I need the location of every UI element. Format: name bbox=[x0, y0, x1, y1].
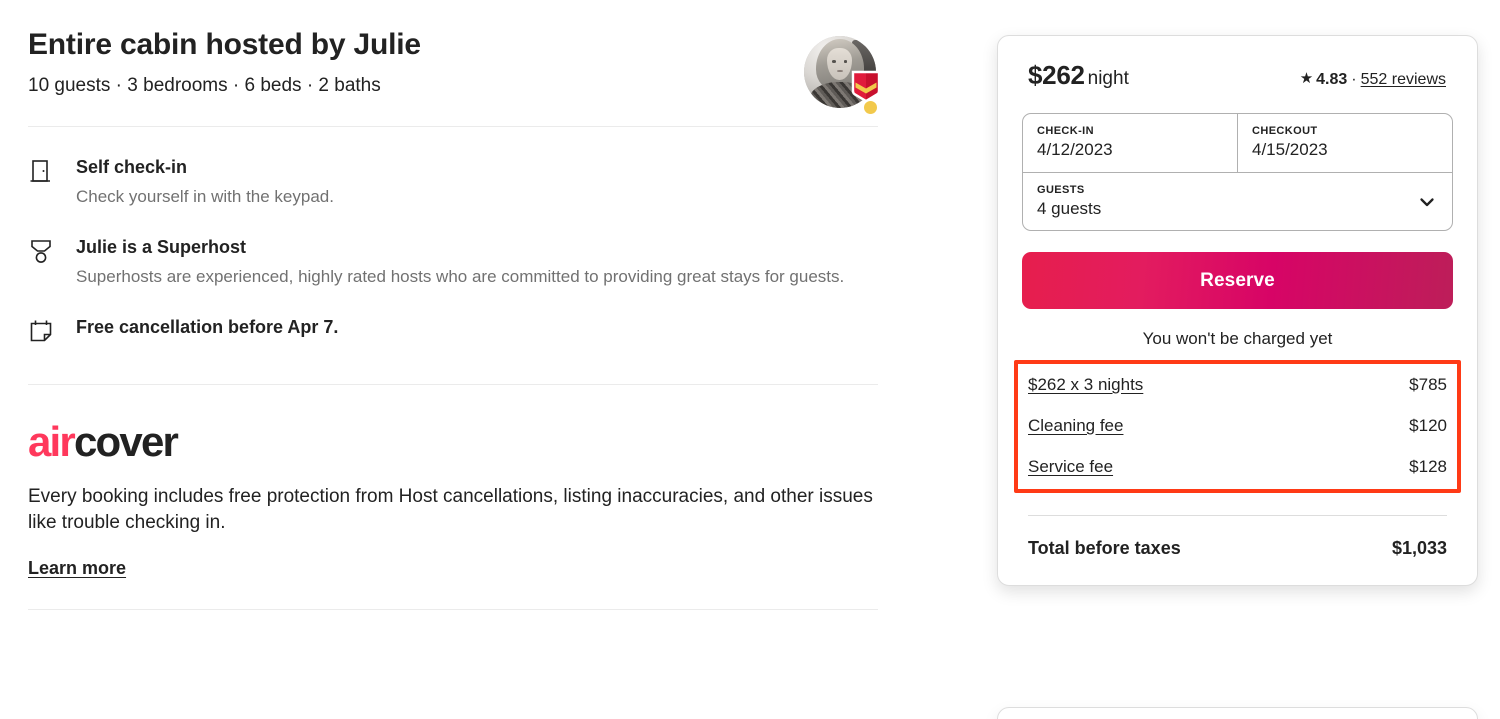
booking-fields: CHECK-IN 4/12/2023 CHECKOUT 4/15/2023 GU… bbox=[1022, 113, 1453, 231]
highlight-title: Free cancellation before Apr 7. bbox=[76, 317, 339, 337]
calendar-icon bbox=[30, 320, 52, 342]
avatar-eye-right bbox=[843, 60, 848, 63]
total-row: Total before taxes $1,033 bbox=[1022, 516, 1453, 561]
aircover-section: aircover Every booking includes free pro… bbox=[28, 385, 878, 579]
checkin-value: 4/12/2023 bbox=[1037, 140, 1113, 159]
avatar-eye-left bbox=[832, 60, 836, 63]
date-fields-row: CHECK-IN 4/12/2023 CHECKOUT 4/15/2023 bbox=[1023, 114, 1452, 172]
checkin-field[interactable]: CHECK-IN 4/12/2023 bbox=[1023, 114, 1238, 172]
secondary-card-partial bbox=[997, 707, 1478, 719]
checkout-label: CHECKOUT bbox=[1252, 125, 1318, 137]
medal-icon bbox=[31, 240, 51, 263]
reserve-button[interactable]: Reserve bbox=[1022, 252, 1453, 309]
total-value: $1,033 bbox=[1391, 538, 1447, 558]
rating-separator: · bbox=[1351, 70, 1357, 88]
reviews-count-link[interactable]: 552 reviews bbox=[1361, 71, 1446, 89]
breakdown-row-cleaning-fee: Cleaning fee $120 bbox=[1028, 416, 1447, 436]
rating-summary: ★ 4.83 · 552 reviews bbox=[1300, 71, 1446, 89]
checkin-label: CHECK-IN bbox=[1037, 125, 1094, 137]
star-icon: ★ bbox=[1299, 70, 1314, 87]
highlight-title: Self check-in bbox=[76, 157, 188, 177]
superhost-badge-dot-icon bbox=[862, 99, 879, 116]
chevron-down-icon[interactable] bbox=[1418, 193, 1436, 211]
listing-heading-text: Entire cabin hosted by Julie 10 guests ·… bbox=[28, 28, 421, 98]
breakdown-value: $128 bbox=[1409, 457, 1447, 476]
breakdown-label[interactable]: Service fee bbox=[1028, 457, 1113, 477]
highlight-superhost-body: Julie is a Superhost Superhosts are expe… bbox=[76, 235, 878, 289]
total-label: Total before taxes bbox=[1028, 538, 1181, 558]
highlight-free-cancellation-body: Free cancellation before Apr 7. bbox=[76, 315, 878, 344]
door-icon bbox=[30, 160, 50, 182]
breakdown-value: $785 bbox=[1409, 375, 1447, 394]
checkout-value: 4/15/2023 bbox=[1252, 140, 1328, 159]
aircover-logo-air: air bbox=[28, 418, 76, 465]
highlight-self-checkin-body: Self check-in Check yourself in with the… bbox=[76, 155, 878, 209]
breakdown-label[interactable]: $262 x 3 nights bbox=[1028, 375, 1143, 395]
price-breakdown: $262 x 3 nights $785 Cleaning fee $120 S… bbox=[1014, 360, 1461, 493]
price-unit: night bbox=[1087, 68, 1129, 89]
booking-card: $262 night ★ 4.83 · 552 reviews CHECK-IN … bbox=[997, 35, 1478, 586]
page-title: Entire cabin hosted by Julie bbox=[28, 28, 421, 61]
highlight-self-checkin: Self check-in Check yourself in with the… bbox=[28, 155, 878, 209]
price-per-night: $262 night bbox=[1028, 60, 1129, 91]
breakdown-label[interactable]: Cleaning fee bbox=[1028, 416, 1123, 436]
highlight-free-cancellation: Free cancellation before Apr 7. bbox=[28, 315, 878, 344]
checkout-field[interactable]: CHECKOUT 4/15/2023 bbox=[1238, 114, 1452, 172]
avatar-mouth bbox=[837, 69, 843, 72]
rating-value: 4.83 bbox=[1316, 70, 1348, 88]
booking-card-header: $262 night ★ 4.83 · 552 reviews bbox=[1022, 60, 1453, 91]
aircover-learn-more-link[interactable]: Learn more bbox=[28, 558, 126, 579]
price-amount: $262 bbox=[1028, 60, 1085, 90]
highlight-title: Julie is a Superhost bbox=[76, 237, 247, 257]
listing-details-column: Entire cabin hosted by Julie 10 guests ·… bbox=[28, 0, 881, 610]
listing-header: Entire cabin hosted by Julie 10 guests ·… bbox=[28, 0, 881, 116]
listing-capacity-summary: 10 guests · 3 bedrooms · 6 beds · 2 bath… bbox=[28, 75, 381, 96]
guests-field[interactable]: GUESTS 4 guests bbox=[1023, 172, 1452, 230]
listing-page: Entire cabin hosted by Julie 10 guests ·… bbox=[0, 0, 1500, 719]
listing-highlights: Self check-in Check yourself in with the… bbox=[28, 127, 878, 344]
guests-value: 4 guests bbox=[1037, 199, 1102, 218]
breakdown-row-nightly: $262 x 3 nights $785 bbox=[1028, 375, 1447, 395]
superhost-badge-icon bbox=[851, 70, 881, 102]
guests-field-text: GUESTS 4 guests bbox=[1037, 184, 1101, 219]
breakdown-value: $120 bbox=[1409, 416, 1447, 435]
aircover-logo: aircover bbox=[28, 419, 878, 465]
aircover-description: Every booking includes free protection f… bbox=[28, 486, 873, 533]
aircover-logo-cover: cover bbox=[73, 418, 179, 465]
highlight-superhost: Julie is a Superhost Superhosts are expe… bbox=[28, 235, 878, 289]
breakdown-row-service-fee: Service fee $128 bbox=[1028, 457, 1447, 477]
divider-aircover-bottom bbox=[28, 609, 878, 610]
host-avatar-wrap[interactable] bbox=[804, 36, 881, 116]
highlight-description: Superhosts are experienced, highly rated… bbox=[76, 267, 845, 286]
no-charge-note: You won't be charged yet bbox=[1142, 329, 1333, 348]
highlight-description: Check yourself in with the keypad. bbox=[76, 187, 334, 206]
guests-label: GUESTS bbox=[1037, 184, 1085, 196]
